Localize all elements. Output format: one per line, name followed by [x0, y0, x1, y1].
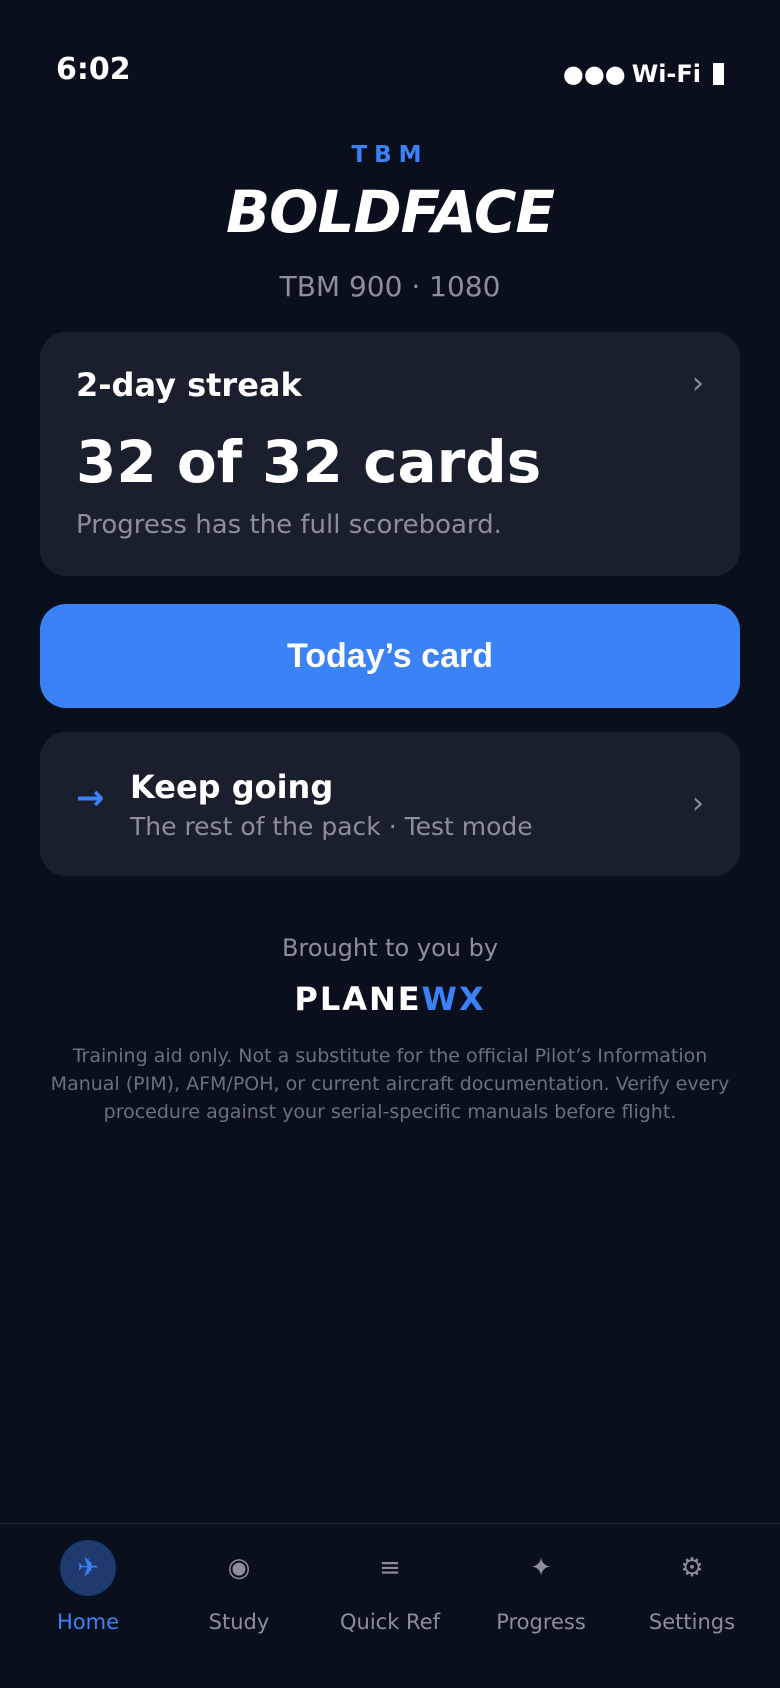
tab-label: Progress [496, 1610, 586, 1634]
list-icon: ≡ [379, 1553, 401, 1583]
tab-label: Home [56, 1610, 119, 1634]
cards-count: 32 of 32 cards [76, 428, 542, 496]
tab-home[interactable]: ✈ Home [10, 1524, 166, 1688]
sponsor-name-part2: WX [421, 980, 486, 1018]
sparkle-icon: ✦ [530, 1553, 552, 1583]
chevron-right-icon: › [692, 786, 704, 821]
streak-card[interactable]: 2-day streak › 32 of 32 cards Progress h… [40, 332, 740, 576]
sponsor-logo: PLANEWX [0, 980, 780, 1018]
arrow-right-icon: → [76, 778, 105, 818]
tab-settings[interactable]: ⚙ Settings [614, 1524, 770, 1688]
tab-label: Settings [648, 1610, 736, 1634]
keep-going-subtitle: The rest of the pack · Test mode [130, 812, 533, 841]
aircraft-models: TBM 900 · 1080 [279, 270, 501, 303]
tab-quick-ref[interactable]: ≡ Quick Ref [312, 1524, 468, 1688]
status-time: 6:02 [56, 52, 131, 87]
gear-icon: ⚙ [680, 1553, 704, 1583]
keep-going-card[interactable]: → Keep going The rest of the pack · Test… [40, 732, 740, 876]
app-title: BOLDFACE [225, 178, 555, 246]
sponsor-name-part1: PLANE [294, 980, 422, 1018]
tab-progress[interactable]: ✦ Progress [463, 1524, 619, 1688]
home-screen: 6:02 ●●● Wi-Fi TBM BOLDFACE TBM 900 · 10… [0, 0, 780, 1688]
tab-study[interactable]: ◉ Study [161, 1524, 317, 1688]
streak-label: 2-day streak [76, 366, 302, 404]
keep-going-title: Keep going [130, 768, 334, 806]
target-icon: ◉ [227, 1553, 251, 1583]
status-indicators: ●●● Wi-Fi [563, 60, 724, 88]
chevron-right-icon: › [692, 366, 704, 401]
signal-icon: ●●● [562, 60, 626, 88]
brand-kicker: TBM [351, 142, 429, 168]
battery-icon [713, 63, 724, 85]
plane-icon: ✈ [60, 1540, 116, 1596]
sponsor-intro: Brought to you by [281, 934, 499, 962]
bottom-tab-bar: ✈ Home ◉ Study ≡ Quick Ref ✦ Progress ⚙ … [0, 1523, 780, 1688]
streak-note: Progress has the full scoreboard. [76, 510, 502, 540]
tab-label: Quick Ref [339, 1610, 441, 1634]
tab-label: Study [208, 1610, 270, 1634]
wifi-label: Wi-Fi [631, 60, 701, 88]
disclaimer: Training aid only. Not a substitute for … [50, 1045, 730, 1123]
todays-card-button[interactable]: Today’s card [40, 604, 740, 708]
